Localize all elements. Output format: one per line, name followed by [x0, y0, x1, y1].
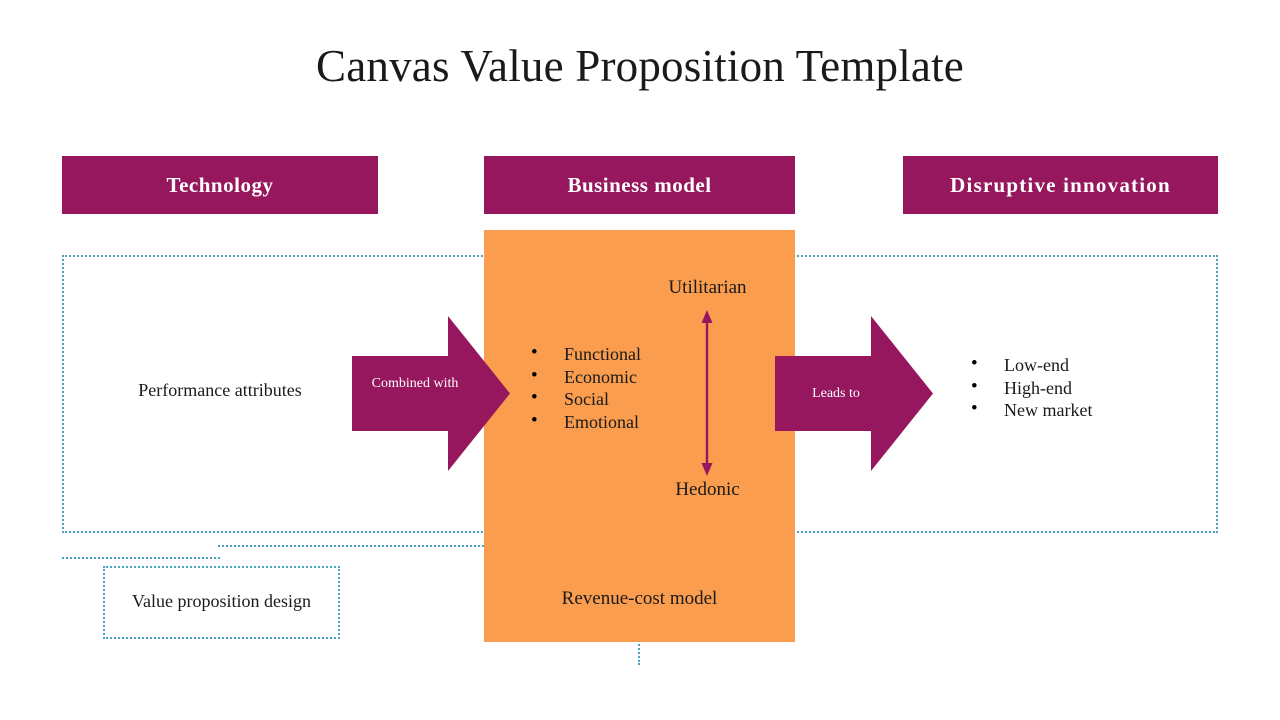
list-item: Social: [531, 387, 641, 411]
list-item: New market: [971, 398, 1092, 422]
hedonic-label: Hedonic: [675, 479, 740, 500]
combined-with-arrow-icon: [352, 316, 510, 471]
list-item: Functional: [531, 342, 641, 366]
header-disruptive-innovation[interactable]: Disruptive innovation: [903, 156, 1218, 214]
list-item: Economic: [531, 365, 641, 389]
header-disruptive-innovation-label: Disruptive innovation: [950, 172, 1171, 197]
list-item: Low-end: [971, 353, 1092, 377]
utilitarian-hedonic-double-arrow-icon: [701, 310, 713, 476]
outcome-bullet-list: Low-end High-end New market: [971, 353, 1092, 422]
list-item: Emotional: [531, 410, 641, 434]
revenue-cost-model-label: Revenue-cost model: [561, 588, 718, 609]
header-business-model-label: Business model: [567, 172, 712, 197]
list-item: High-end: [971, 376, 1092, 400]
utilitarian-label: Utilitarian: [668, 277, 747, 298]
combined-with-arrow-label: Combined with: [371, 376, 459, 391]
header-business-model[interactable]: Business model: [484, 156, 795, 214]
value-proposition-design-connector-left: [62, 557, 220, 559]
header-technology-label: Technology: [166, 172, 274, 197]
leads-to-arrow-label: Leads to: [812, 386, 860, 401]
header-technology[interactable]: Technology: [62, 156, 378, 214]
slide-canvas: Canvas Value Proposition Template Techno…: [0, 0, 1280, 720]
page-title: Canvas Value Proposition Template: [316, 41, 964, 91]
value-bullet-list: Functional Economic Social Emotional: [531, 342, 641, 434]
value-proposition-design-label: Value proposition design: [132, 591, 311, 611]
performance-attributes-label: Performance attributes: [138, 380, 302, 400]
